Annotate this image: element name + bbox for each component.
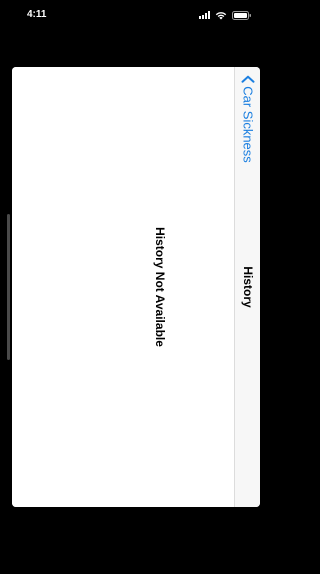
navigation-bar: Car Sickness History — [234, 67, 260, 507]
status-bar: 4:11 — [0, 0, 265, 30]
battery-icon — [232, 10, 252, 20]
wifi-icon — [215, 11, 227, 20]
scroll-indicator[interactable] — [7, 214, 10, 360]
page-title: History — [241, 266, 255, 308]
signal-icon — [199, 11, 210, 19]
chevron-left-icon — [241, 75, 255, 83]
status-icons — [199, 10, 252, 20]
content-area: History Not Available — [12, 67, 234, 507]
empty-history-message: History Not Available — [153, 227, 167, 347]
history-sheet: History Not Available Car Sickness Histo… — [12, 67, 260, 507]
status-time: 4:11 — [27, 9, 47, 20]
back-button[interactable]: Car Sickness — [241, 75, 256, 163]
app-screen: 4:11 History Not Available Car Sickness … — [0, 0, 265, 574]
back-button-label: Car Sickness — [240, 86, 256, 163]
